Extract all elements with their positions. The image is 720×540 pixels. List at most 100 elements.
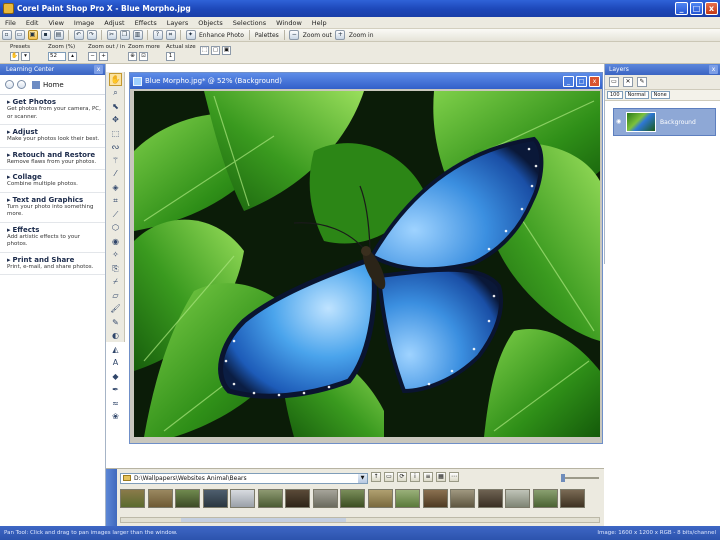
image-canvas[interactable] xyxy=(134,91,600,437)
zoom-out-button[interactable]: Zoom out xyxy=(303,32,332,39)
open-icon[interactable]: ▭ xyxy=(14,30,25,40)
thumbnail[interactable] xyxy=(202,489,228,508)
chevron-down-icon[interactable]: ▼ xyxy=(358,474,367,483)
back-icon[interactable] xyxy=(5,80,14,89)
presets-dropdown-icon[interactable]: ✋ xyxy=(10,52,19,61)
details-view-icon[interactable]: ≡ xyxy=(423,472,433,482)
selection-icon[interactable]: ⬚ xyxy=(109,127,122,140)
zoom-fit-icon[interactable]: ⊡ xyxy=(139,52,148,61)
pan-icon[interactable]: ✋ xyxy=(109,72,122,86)
fit-image-icon[interactable]: ▢ xyxy=(211,46,220,55)
airbrush-icon[interactable]: ✎ xyxy=(109,316,122,329)
zoom-out-icon[interactable]: − xyxy=(289,30,300,40)
enhance-photo-button[interactable]: Enhance Photo xyxy=(199,32,244,39)
thumbnail[interactable] xyxy=(257,489,283,508)
learning-item-title[interactable]: Text and Graphics xyxy=(7,196,101,204)
new-layer-icon[interactable]: ▭ xyxy=(609,77,619,87)
learning-item-title[interactable]: Effects xyxy=(7,226,101,234)
learning-item-print-share[interactable]: Print and Share Print, e-mail, and share… xyxy=(0,253,105,275)
thumbnail[interactable] xyxy=(367,489,393,508)
pen-icon[interactable]: ✒ xyxy=(109,383,122,396)
visibility-eye-icon[interactable]: ◉ xyxy=(616,118,623,125)
thumbnail[interactable] xyxy=(230,489,255,508)
learning-item-title[interactable]: Collage xyxy=(7,173,101,181)
blend-mode-select[interactable]: Normal xyxy=(624,91,649,99)
refresh-icon[interactable]: ⟳ xyxy=(397,472,407,482)
menu-selections[interactable]: Selections xyxy=(228,19,271,27)
thumbnail[interactable] xyxy=(477,489,503,508)
slider-knob[interactable] xyxy=(561,474,565,482)
menu-file[interactable]: File xyxy=(0,19,21,27)
doc-close-button[interactable]: x xyxy=(589,75,600,87)
doc-maximize-button[interactable]: □ xyxy=(576,75,587,87)
close-icon[interactable]: x xyxy=(94,65,103,74)
document-titlebar[interactable]: Blue Morpho.jpg* @ 52% (Background) _ □ … xyxy=(130,73,602,89)
learning-item-collage[interactable]: Collage Combine multiple photos. xyxy=(0,170,105,193)
full-screen-icon[interactable]: ▣ xyxy=(222,46,231,55)
copy-icon[interactable]: ❐ xyxy=(119,30,130,40)
doc-minimize-button[interactable]: _ xyxy=(563,75,574,87)
layer-item-background[interactable]: ◉ Background xyxy=(613,108,716,136)
zoom-in-button[interactable]: Zoom in xyxy=(349,32,374,39)
menu-window[interactable]: Window xyxy=(271,19,307,27)
learning-item-retouch[interactable]: Retouch and Restore Remove flaws from yo… xyxy=(0,148,105,170)
flood-fill-icon[interactable]: ◭ xyxy=(109,343,122,356)
picture-tube-icon[interactable]: ❀ xyxy=(109,410,122,423)
delete-layer-icon[interactable]: ✕ xyxy=(623,77,633,87)
redo-icon[interactable]: ↷ xyxy=(86,30,97,40)
text-icon[interactable]: A xyxy=(109,356,122,369)
zoom-plus-icon[interactable]: + xyxy=(99,52,108,61)
lighten-darken-icon[interactable]: ◐ xyxy=(109,329,122,342)
browse-folder-icon[interactable]: ▭ xyxy=(384,472,394,482)
enhance-photo-icon[interactable]: ✦ xyxy=(185,30,196,40)
home-link[interactable]: Home xyxy=(43,81,64,89)
freehand-selection-icon[interactable]: ᔓ xyxy=(109,140,122,153)
minimize-button[interactable]: _ xyxy=(675,2,688,15)
horizontal-scrollbar[interactable] xyxy=(120,517,600,523)
paint-brush-icon[interactable]: 🖌 xyxy=(109,302,122,315)
thumbnail[interactable] xyxy=(422,489,448,508)
thumbnail[interactable] xyxy=(312,489,338,508)
straighten-icon[interactable]: ⟋ xyxy=(109,208,122,221)
organizer-side-tab[interactable] xyxy=(106,469,117,527)
menu-help[interactable]: Help xyxy=(307,19,332,27)
learning-item-get-photos[interactable]: Get Photos Get photos from your camera, … xyxy=(0,95,105,125)
menu-objects[interactable]: Objects xyxy=(193,19,228,27)
thumbnail[interactable] xyxy=(120,489,145,508)
menu-view[interactable]: View xyxy=(43,19,68,27)
cut-icon[interactable]: ✂ xyxy=(106,30,117,40)
red-eye-icon[interactable]: ◉ xyxy=(109,235,122,248)
learning-item-title[interactable]: Adjust xyxy=(7,128,101,136)
close-button[interactable]: x xyxy=(705,2,718,15)
pick-icon[interactable]: ⬉ xyxy=(109,100,122,113)
info-icon[interactable]: i xyxy=(410,472,420,482)
up-folder-icon[interactable]: ↑ xyxy=(371,472,381,482)
browse-icon[interactable]: ▣ xyxy=(27,30,38,40)
learning-item-text-graphics[interactable]: Text and Graphics Turn your photo into s… xyxy=(0,193,105,223)
new-icon[interactable]: ▫ xyxy=(1,30,12,40)
thumbnail[interactable] xyxy=(395,489,420,508)
folder-path-dropdown[interactable]: D:\Wallpapers\Websites Animal\Bears ▼ xyxy=(120,473,368,484)
thumbnail-size-slider[interactable] xyxy=(561,474,599,482)
crop-icon[interactable]: ⌗ xyxy=(109,194,122,207)
zoom-more-icon[interactable]: ⊕ xyxy=(128,52,137,61)
thumbnail[interactable] xyxy=(285,489,310,508)
forward-icon[interactable] xyxy=(17,80,26,89)
dropper-icon[interactable]: ⁄ xyxy=(109,167,122,180)
thumbnail[interactable] xyxy=(505,489,530,508)
zoom-minus-icon[interactable]: − xyxy=(88,52,97,61)
clone-brush-icon[interactable]: ⎘ xyxy=(109,262,122,275)
learning-item-title[interactable]: Get Photos xyxy=(7,98,101,106)
home-icon[interactable] xyxy=(32,80,40,89)
layer-properties-icon[interactable]: ✎ xyxy=(637,77,647,87)
undo-icon[interactable]: ↶ xyxy=(73,30,84,40)
chevron-down-icon[interactable]: ▾ xyxy=(21,52,30,61)
thumbnail[interactable] xyxy=(175,489,200,508)
thumbnail[interactable] xyxy=(450,489,475,508)
thumbnail[interactable] xyxy=(340,489,365,508)
menu-effects[interactable]: Effects xyxy=(130,19,162,27)
maximize-button[interactable]: □ xyxy=(690,2,703,15)
lock-mode-select[interactable]: None xyxy=(650,91,670,99)
learning-item-effects[interactable]: Effects Add artistic effects to your pho… xyxy=(0,223,105,253)
menu-image[interactable]: Image xyxy=(69,19,99,27)
